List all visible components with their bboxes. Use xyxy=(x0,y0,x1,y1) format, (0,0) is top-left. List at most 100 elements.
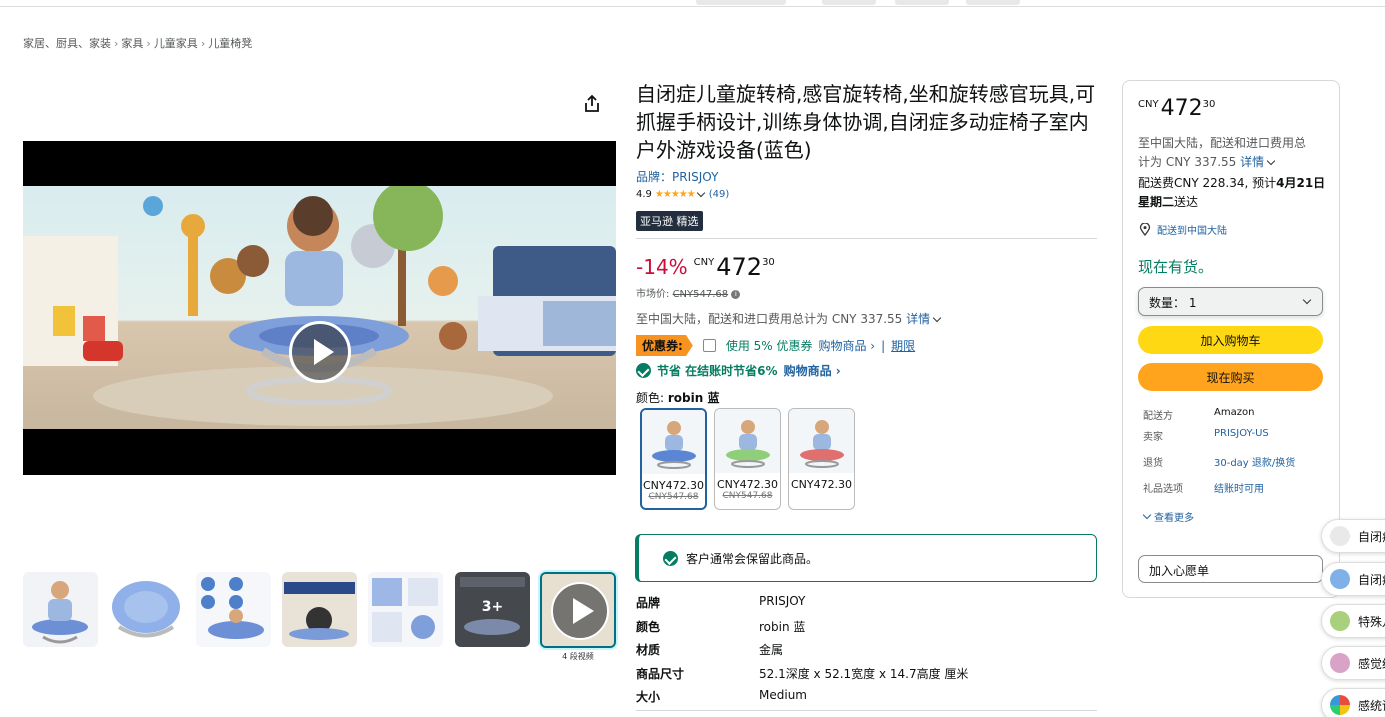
top-thumbnail-strip xyxy=(696,0,786,5)
brand-label[interactable]: 品牌： xyxy=(636,170,672,184)
chevron-down-icon xyxy=(1142,510,1152,520)
gallery-thumbnail-more[interactable]: 3+ xyxy=(455,572,530,647)
divider xyxy=(636,238,1097,239)
location-pin-icon xyxy=(1139,223,1151,236)
swatch-list-price: CNY547.68 xyxy=(722,491,773,501)
top-thumbnail-strip xyxy=(895,0,949,5)
info-key: 配送方 xyxy=(1143,411,1173,422)
swatch-price: CNY472.30 xyxy=(642,479,705,492)
gallery-video-thumbnail[interactable] xyxy=(540,572,616,648)
brand-link[interactable]: PRISJOY xyxy=(672,170,718,184)
breadcrumb-item[interactable]: 家具 xyxy=(121,37,143,50)
import-fee-line: 至中国大陆，配送和进口费用总计为 CNY 337.55 详情 xyxy=(636,310,944,327)
play-button[interactable] xyxy=(289,321,351,383)
breadcrumb-item[interactable]: 儿童家具 xyxy=(154,37,198,50)
chevron-down-icon[interactable] xyxy=(696,188,705,198)
gallery-thumbnail[interactable] xyxy=(196,572,271,647)
add-to-wishlist-button[interactable]: 加入心愿单 xyxy=(1138,555,1323,583)
side-recommendation[interactable]: 感觉统 xyxy=(1321,646,1385,680)
buybox-info-row: 配送方 Amazon xyxy=(1143,407,1254,422)
side-item-label: 感统训 xyxy=(1358,698,1385,713)
coupon-checkbox[interactable] xyxy=(702,339,716,352)
star-rating-icon[interactable]: ★★★★★ xyxy=(655,189,696,200)
add-to-cart-button[interactable]: 加入购物车 xyxy=(1138,326,1323,354)
price-row: -14% CNY 472 30 xyxy=(636,254,775,280)
side-recommendation[interactable]: 感统训 xyxy=(1321,688,1385,717)
buy-now-button[interactable]: 现在购买 xyxy=(1138,363,1323,391)
delivery-weekday: 星期二 xyxy=(1138,195,1175,209)
spec-value: PRISJOY xyxy=(759,594,806,608)
rating-row: 4.9 ★★★★★ (49) xyxy=(636,188,730,200)
gallery-thumbnail[interactable] xyxy=(282,572,357,647)
info-key: 礼品选项 xyxy=(1143,484,1183,495)
color-label-row: 颜色: robin 蓝 xyxy=(636,389,719,406)
breadcrumb-item[interactable]: 家居、厨具、家装 xyxy=(23,37,111,50)
color-swatch[interactable]: CNY472.30 xyxy=(788,408,855,510)
top-divider xyxy=(0,6,1385,7)
savings-products-link[interactable]: 购物商品 › xyxy=(784,362,841,379)
spec-key: 材质 xyxy=(636,643,661,657)
spec-value: robin 蓝 xyxy=(759,620,806,634)
coupon-products-link[interactable]: 购物商品 › xyxy=(818,337,875,354)
product-video-player[interactable] xyxy=(23,141,616,475)
import-details-link[interactable]: 详情 xyxy=(1240,155,1264,169)
top-thumbnail-strip xyxy=(966,0,1020,5)
side-recommendation[interactable]: 自闭症 xyxy=(1321,519,1385,553)
gallery-thumbnail[interactable] xyxy=(109,572,184,647)
side-item-label: 感觉统 xyxy=(1358,656,1385,671)
chevron-down-icon[interactable] xyxy=(932,313,942,323)
deliver-to-row[interactable]: 配送到中国大陆 xyxy=(1139,222,1227,237)
side-recommendation[interactable]: 特殊儿 xyxy=(1321,604,1385,638)
share-icon[interactable] xyxy=(582,94,602,114)
spec-value: 金属 xyxy=(759,643,784,657)
rating-value: 4.9 xyxy=(636,189,652,200)
product-thumb-icon xyxy=(1330,653,1350,673)
brand-line: 品牌：PRISJOY xyxy=(636,168,718,185)
amazon-choice-badge: 亚马逊 精选 xyxy=(636,211,703,231)
product-thumb-icon xyxy=(1330,695,1350,715)
side-item-label: 自闭症 xyxy=(1358,529,1385,544)
see-more-toggle[interactable]: 查看更多 xyxy=(1142,509,1194,524)
coupon-terms-link[interactable]: 期限 xyxy=(891,337,915,354)
seller-link[interactable]: PRISJOY-US xyxy=(1214,428,1269,443)
import-line-2: 计为 CNY 337.55 xyxy=(1138,155,1237,169)
chevron-down-icon[interactable] xyxy=(1266,156,1276,166)
info-key: 退货 xyxy=(1143,458,1163,469)
gallery-thumbnail[interactable] xyxy=(23,572,98,647)
returns-link[interactable]: 30-day 退款/换货 xyxy=(1214,454,1295,469)
video-count-label[interactable]: 4 段视频 xyxy=(540,651,616,662)
buybox-info-row: 卖家 PRISJOY-US xyxy=(1143,428,1269,443)
color-swatch[interactable]: CNY472.30 CNY547.68 xyxy=(640,408,707,510)
spec-row: 大小 Medium xyxy=(636,688,807,705)
import-line-1: 至中国大陆，配送和进口费用总 xyxy=(1138,136,1307,150)
spec-row: 颜色 robin 蓝 xyxy=(636,618,805,635)
buybox-price: CNY 472 30 xyxy=(1138,96,1215,122)
info-icon[interactable]: i xyxy=(731,289,741,299)
gift-options-link[interactable]: 结账时可用 xyxy=(1214,480,1264,495)
market-price-label: 市场价: xyxy=(636,289,670,300)
swatch-price: CNY472.30 xyxy=(790,478,853,491)
color-value: robin 蓝 xyxy=(667,391,720,405)
review-count-link[interactable]: (49) xyxy=(709,189,730,200)
top-thumbnail-strip xyxy=(822,0,876,5)
breadcrumb-item[interactable]: 儿童椅凳 xyxy=(208,37,252,50)
import-details-link[interactable]: 详情 xyxy=(906,312,930,326)
side-recommendation[interactable]: 自闭症 xyxy=(1321,562,1385,596)
gallery-thumbnail[interactable] xyxy=(368,572,443,647)
product-thumb-icon xyxy=(1330,569,1350,589)
market-price: 市场价: CNY547.68 i xyxy=(636,285,741,300)
customer-retention-notice: 客户通常会保留此商品。 xyxy=(635,534,1097,582)
deliver-to-link[interactable]: 配送到中国大陆 xyxy=(1157,222,1227,237)
color-swatch[interactable]: CNY472.30 CNY547.68 xyxy=(714,408,781,510)
spec-value: Medium xyxy=(759,688,807,702)
swatch-list-price: CNY547.68 xyxy=(648,492,699,502)
savings-text: 节省 在结账时节省6% xyxy=(657,364,778,378)
price-whole: 472 xyxy=(716,253,763,281)
quantity-value: 1 xyxy=(1188,296,1197,310)
quantity-select[interactable]: 数量： 1 xyxy=(1138,287,1323,316)
chevron-down-icon xyxy=(1302,295,1312,305)
product-thumb-icon xyxy=(1330,611,1350,631)
color-label: 颜色: xyxy=(636,391,665,405)
spec-key: 颜色 xyxy=(636,620,661,634)
ships-from-value: Amazon xyxy=(1214,407,1255,418)
